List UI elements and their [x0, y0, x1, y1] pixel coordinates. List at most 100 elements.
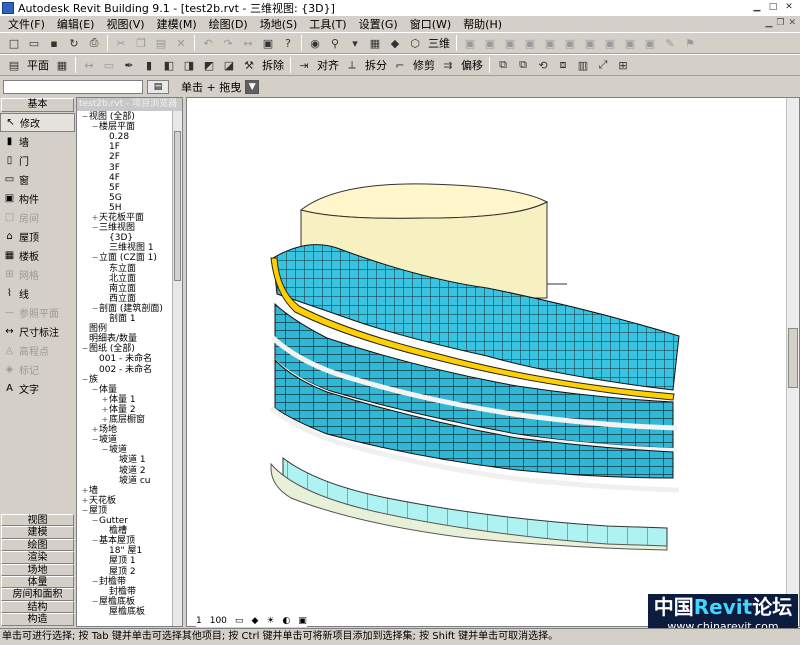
expand-toggle-icon[interactable]: −	[91, 536, 99, 546]
design-door-button[interactable]: ▯ 门	[0, 151, 75, 170]
disabled-tool-10-icon[interactable]: ▣	[642, 35, 658, 51]
menu-settings[interactable]: 设置(G)	[353, 16, 404, 32]
menu-file[interactable]: 文件(F)	[2, 16, 51, 32]
browser-node[interactable]: −屋顶	[81, 506, 107, 516]
undo-icon[interactable]: ↶	[200, 35, 216, 51]
browser-node[interactable]: 坡道 cu	[111, 476, 151, 486]
type-selector[interactable]	[3, 80, 143, 94]
browser-node[interactable]: 北立面	[101, 274, 136, 284]
properties-icon[interactable]: ▤	[147, 80, 169, 94]
expand-toggle-icon[interactable]: −	[91, 385, 99, 395]
help-pointer-icon[interactable]: ?	[280, 35, 296, 51]
disabled-tool-4-icon[interactable]: ▣	[522, 35, 538, 51]
design-tab-1[interactable]: 建模	[1, 526, 74, 539]
design-tab-2[interactable]: 绘图	[1, 538, 74, 552]
browser-node[interactable]: −封檐带	[91, 577, 126, 587]
browser-node[interactable]: −楼层平面	[91, 122, 135, 132]
browser-node[interactable]: 3F	[101, 163, 120, 173]
expand-toggle-icon[interactable]: −	[91, 223, 99, 233]
sun-path-icon[interactable]: ☀	[266, 616, 274, 626]
split-face-icon[interactable]: ◪	[221, 57, 237, 73]
redo-icon[interactable]: ↷	[220, 35, 236, 51]
zoom-icon[interactable]: ⚲	[327, 35, 343, 51]
expand-toggle-icon[interactable]: −	[91, 435, 99, 445]
browser-node[interactable]: 18" 屋1	[101, 546, 142, 556]
3d-viewport[interactable]	[186, 97, 800, 627]
pin-icon[interactable]: ⚑	[682, 35, 698, 51]
maximize-button[interactable]: □	[766, 1, 780, 13]
expand-toggle-icon[interactable]: −	[101, 445, 109, 455]
paint-icon[interactable]: ▮	[141, 57, 157, 73]
demolish-button[interactable]: 拆除	[259, 56, 287, 74]
print-icon[interactable]: ⎙	[86, 35, 102, 51]
browser-node[interactable]: 002 - 未命名	[91, 365, 152, 375]
expand-toggle-icon[interactable]: −	[81, 344, 89, 354]
browser-node[interactable]: 南立面	[101, 284, 136, 294]
disabled-edit-2-icon[interactable]: ▭	[101, 57, 117, 73]
grid-view-icon[interactable]: ▦	[54, 57, 70, 73]
doc-restore-button[interactable]: ❐	[776, 18, 784, 28]
browser-node[interactable]: +底层橱窗	[101, 415, 145, 425]
browser-node[interactable]: 坡道 2	[111, 466, 146, 476]
measure-icon[interactable]: ↔	[240, 35, 256, 51]
design-tag-button[interactable]: ◈ 标记	[0, 360, 75, 379]
design-line-button[interactable]: ⌇ 线	[0, 284, 75, 303]
close-button[interactable]: ✕	[782, 1, 796, 13]
move-icon[interactable]: ⧉	[495, 57, 511, 73]
browser-node[interactable]: 图例	[81, 324, 107, 334]
expand-toggle-icon[interactable]: −	[91, 516, 99, 526]
copy-elements-icon[interactable]: ⧉	[515, 57, 531, 73]
design-tab-4[interactable]: 场地	[1, 563, 74, 576]
rotate-icon[interactable]: ⟲	[535, 57, 551, 73]
disabled-tool-6-icon[interactable]: ▣	[562, 35, 578, 51]
browser-node[interactable]: −坡道	[91, 435, 117, 445]
render-icon[interactable]: ◆	[387, 35, 403, 51]
eyedropper-icon[interactable]: ✒	[121, 57, 137, 73]
align-button[interactable]: 对齐	[314, 56, 342, 74]
design-room-button[interactable]: □ 房间	[0, 208, 75, 227]
browser-node[interactable]: +天花板平面	[91, 213, 144, 223]
sync-icon[interactable]: ↻	[66, 35, 82, 51]
browser-scrollbar[interactable]	[172, 111, 182, 626]
plan-icon[interactable]: ▤	[6, 57, 22, 73]
revit-app-icon[interactable]	[2, 2, 14, 14]
expand-toggle-icon[interactable]: +	[81, 486, 89, 496]
expand-toggle-icon[interactable]: +	[81, 496, 89, 506]
design-floor-button[interactable]: ▦ 楼板	[0, 246, 75, 265]
browser-node[interactable]: 坡道 1	[111, 455, 146, 465]
offset-button[interactable]: 偏移	[458, 56, 486, 74]
view-scroll-thumb[interactable]	[788, 328, 798, 388]
browser-node[interactable]: −立面 (CZ面 1)	[91, 253, 157, 263]
browser-node[interactable]: 1F	[101, 142, 120, 152]
menu-window[interactable]: 窗口(W)	[404, 16, 457, 32]
browser-node[interactable]: −基本屋顶	[91, 536, 135, 546]
copy-icon[interactable]: ❐	[133, 35, 149, 51]
open-icon[interactable]: ▭	[26, 35, 42, 51]
split-button[interactable]: 拆分	[362, 56, 390, 74]
design-bar-tab-basic[interactable]: 基本	[1, 98, 74, 112]
paste-icon[interactable]: ▤	[153, 35, 169, 51]
design-tab-5[interactable]: 体量	[1, 575, 74, 589]
browser-node[interactable]: +天花板	[81, 496, 116, 506]
pencil-icon[interactable]: ✎	[662, 35, 678, 51]
filter-icon[interactable]: ▼	[245, 80, 260, 94]
browser-node[interactable]: −坡道	[101, 445, 127, 455]
doc-close-button[interactable]: ✕	[788, 18, 796, 28]
zoom-menu-icon[interactable]: ▾	[347, 35, 363, 51]
array-icon[interactable]: ▥	[575, 57, 591, 73]
browser-node[interactable]: 封檐带	[101, 587, 136, 597]
expand-toggle-icon[interactable]: +	[101, 415, 109, 425]
demolish-icon[interactable]: ⚒	[241, 57, 257, 73]
design-text-button[interactable]: A 文字	[0, 379, 75, 398]
browser-node[interactable]: 东立面	[101, 264, 136, 274]
disabled-tool-9-icon[interactable]: ▣	[622, 35, 638, 51]
browser-node[interactable]: 屋檐底板	[101, 607, 145, 617]
mirror-icon[interactable]: ⧈	[555, 57, 571, 73]
browser-node[interactable]: 4F	[101, 173, 120, 183]
browser-node[interactable]: −三维视图	[91, 223, 135, 233]
browser-node[interactable]: +场地	[91, 425, 117, 435]
browser-node[interactable]: 檐槽	[101, 526, 127, 536]
browser-node[interactable]: 三维视图 1	[101, 243, 154, 253]
browser-node[interactable]: 屋顶 2	[101, 567, 136, 577]
design-tab-7[interactable]: 结构	[1, 600, 74, 614]
